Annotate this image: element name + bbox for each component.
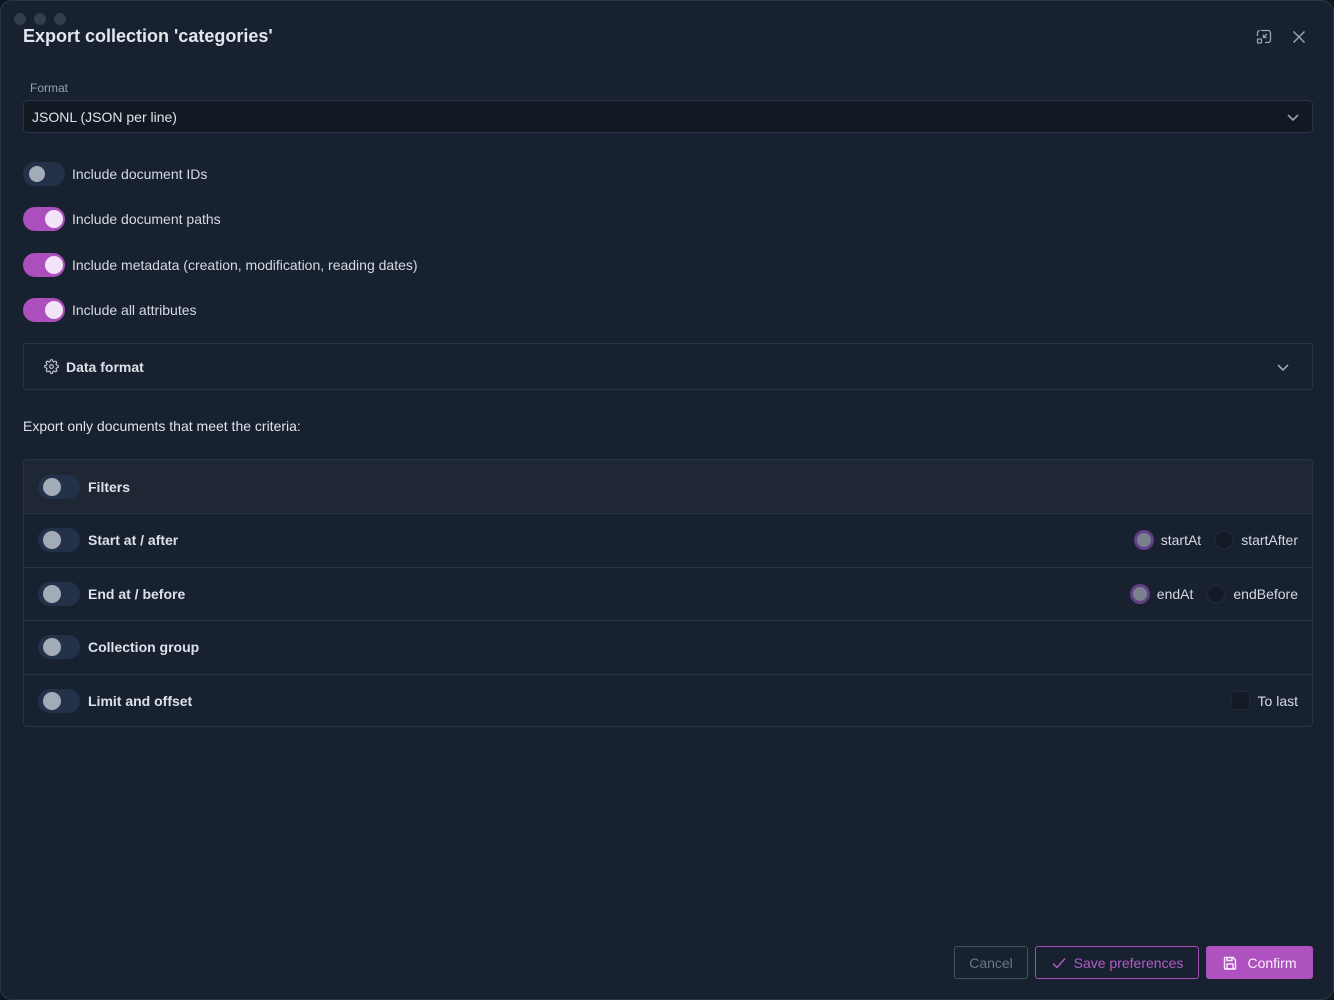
criteria-label: Limit and offset [88,692,193,709]
export-dialog: Export collection 'categories' Format JS… [0,0,1334,1000]
option-label: Include all attributes [72,302,197,318]
criteria-label: Filters [88,478,131,495]
data-format-title: Data format [66,358,144,375]
radio-dot[interactable] [1206,583,1227,604]
radio-dot[interactable] [1214,530,1235,551]
criteria-heading: Export only documents that meet the crit… [23,418,301,434]
format-label: Format [30,81,69,95]
criteria-label: End at / before [88,585,186,602]
radio-start-at[interactable]: startAt [1133,530,1202,551]
confirm-button[interactable]: Confirm [1206,946,1313,979]
option-include-document-paths[interactable]: Include document paths [23,207,221,231]
criteria-row-limit: Limit and offset To last [24,673,1312,727]
criteria-row-end: End at / before endAt endBefore [24,566,1312,621]
radio-start-after[interactable]: startAfter [1214,530,1298,551]
toggle-switch[interactable] [23,162,65,186]
criteria-panel: Filters Start at / after startAt startAf… [23,459,1313,727]
option-include-metadata[interactable]: Include metadata (creation, modification… [23,253,418,277]
end-at-toggle[interactable] [38,581,80,606]
criteria-row-collection-group: Collection group [24,620,1312,674]
option-label: Include document IDs [72,166,208,182]
criteria-row-filters: Filters [24,460,1312,513]
data-format-accordion[interactable]: Data format [23,343,1313,390]
end-radio-group: endAt endBefore [1117,568,1298,621]
criteria-row-start: Start at / after startAt startAfter [24,513,1312,567]
format-select[interactable]: JSONL (JSON per line) [23,100,1313,133]
collection-group-toggle[interactable] [38,635,80,660]
toggle-switch[interactable] [23,298,65,322]
filters-toggle[interactable] [38,474,80,499]
checkbox-label: To last [1257,692,1298,709]
radio-label: endBefore [1233,585,1298,602]
window-controls [14,13,66,25]
radio-end-at[interactable]: endAt [1129,583,1194,604]
option-label: Include metadata (creation, modification… [72,257,418,273]
option-include-document-ids[interactable]: Include document IDs [23,162,207,186]
to-last-checkbox-wrap[interactable]: To last [1230,675,1298,727]
criteria-label: Start at / after [88,532,179,549]
radio-label: startAt [1160,532,1202,549]
save-disk-icon [1224,956,1237,970]
cancel-button[interactable]: Cancel [954,946,1028,979]
format-select-value: JSONL (JSON per line) [32,108,177,125]
chevron-down-icon [1277,364,1289,372]
confirm-label: Confirm [1247,954,1297,971]
window-minimize-dot[interactable] [34,13,46,25]
chevron-down-icon [1287,114,1299,122]
cancel-label: Cancel [969,954,1013,971]
toggle-switch[interactable] [23,207,65,231]
save-preferences-button[interactable]: Save preferences [1035,946,1199,979]
radio-label: endAt [1156,585,1194,602]
gear-icon [44,359,59,374]
close-icon[interactable] [1289,27,1309,47]
limit-offset-toggle[interactable] [38,688,80,713]
to-last-checkbox[interactable] [1230,691,1250,711]
dialog-title: Export collection 'categories' [23,26,273,46]
start-at-toggle[interactable] [38,528,80,553]
check-icon [1052,957,1066,969]
radio-end-before[interactable]: endBefore [1206,583,1298,604]
window-zoom-dot[interactable] [54,13,66,25]
radio-dot[interactable] [1129,583,1150,604]
save-preferences-label: Save preferences [1073,954,1184,971]
window-close-dot[interactable] [14,13,26,25]
option-include-all-attributes[interactable]: Include all attributes [23,298,197,322]
radio-dot[interactable] [1133,530,1154,551]
minimize-window-icon[interactable] [1254,27,1274,47]
option-label: Include document paths [72,211,221,227]
criteria-label: Collection group [88,639,200,656]
radio-label: startAfter [1241,532,1298,549]
toggle-switch[interactable] [23,253,65,277]
start-radio-group: startAt startAfter [1121,514,1298,567]
